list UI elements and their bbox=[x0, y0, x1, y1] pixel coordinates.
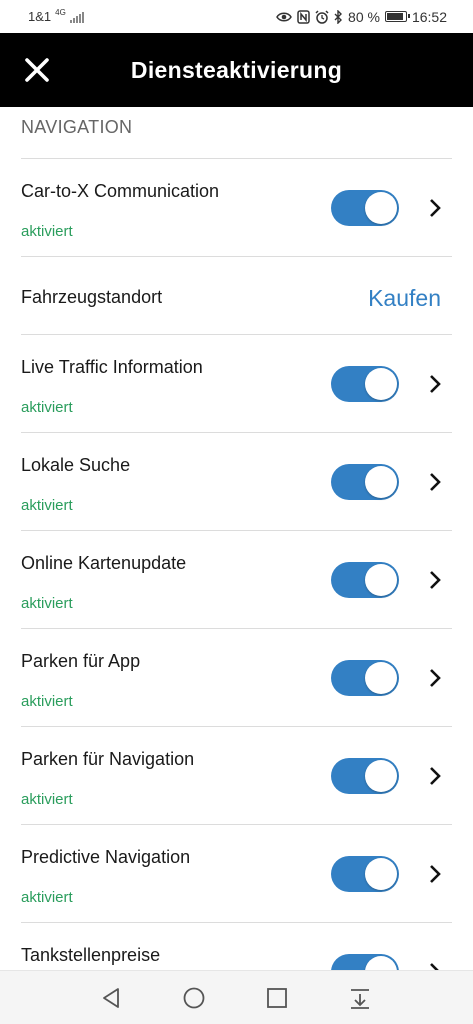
network-label: 4G bbox=[55, 8, 66, 17]
service-toggle[interactable] bbox=[331, 562, 399, 598]
status-left: 1&1 4G bbox=[28, 8, 84, 24]
service-toggle[interactable] bbox=[331, 190, 399, 226]
chevron-right-icon[interactable] bbox=[425, 863, 445, 885]
service-status: aktiviert bbox=[21, 889, 73, 906]
back-icon[interactable] bbox=[99, 985, 125, 1011]
service-label: Tankstellenpreise bbox=[21, 945, 161, 965]
home-icon[interactable] bbox=[181, 985, 207, 1011]
battery-percent: 80 % bbox=[348, 8, 380, 25]
service-label: Parken für Navigation bbox=[21, 749, 195, 769]
service-toggle[interactable] bbox=[331, 758, 399, 794]
chevron-right-icon[interactable] bbox=[425, 961, 445, 970]
service-row-tankstellenpreise[interactable]: Tankstellenpreise aktiviert bbox=[21, 922, 452, 970]
toggle-knob bbox=[365, 760, 397, 792]
service-label: Live Traffic Information bbox=[21, 357, 203, 377]
service-row-car-to-x[interactable]: Car-to-X Communication aktiviert bbox=[21, 158, 452, 256]
service-toggle[interactable] bbox=[331, 856, 399, 892]
service-label: Fahrzeugstandort bbox=[21, 287, 163, 307]
service-status: aktiviert bbox=[21, 223, 73, 240]
close-button[interactable] bbox=[24, 57, 50, 83]
nfc-icon bbox=[297, 9, 310, 24]
page-title: Diensteaktivierung bbox=[130, 56, 343, 83]
service-label: Parken für App bbox=[21, 651, 141, 671]
service-status: aktiviert bbox=[21, 399, 73, 416]
service-label: Online Kartenupdate bbox=[21, 553, 187, 573]
system-nav-bar bbox=[0, 970, 473, 1024]
service-status: aktiviert bbox=[21, 693, 73, 710]
toggle-knob bbox=[365, 956, 397, 970]
service-row-online-kartenupdate[interactable]: Online Kartenupdate aktiviert bbox=[21, 530, 452, 628]
service-row-fahrzeugstandort[interactable]: Fahrzeugstandort Kaufen bbox=[21, 256, 452, 334]
chevron-right-icon[interactable] bbox=[425, 373, 445, 395]
clock: 16:52 bbox=[411, 8, 447, 25]
toggle-knob bbox=[365, 368, 397, 400]
eye-icon bbox=[276, 12, 292, 21]
service-row-lokale-suche[interactable]: Lokale Suche aktiviert bbox=[21, 432, 452, 530]
service-toggle[interactable] bbox=[331, 464, 399, 500]
chevron-right-icon[interactable] bbox=[425, 471, 445, 493]
bluetooth-icon bbox=[334, 9, 343, 24]
service-toggle[interactable] bbox=[331, 954, 399, 970]
chevron-right-icon[interactable] bbox=[425, 765, 445, 787]
toggle-knob bbox=[365, 192, 397, 224]
service-toggle[interactable] bbox=[331, 366, 399, 402]
service-label: Car-to-X Communication bbox=[21, 181, 220, 201]
toggle-knob bbox=[365, 564, 397, 596]
service-row-parken-app[interactable]: Parken für App aktiviert bbox=[21, 628, 452, 726]
service-row-parken-navigation[interactable]: Parken für Navigation aktiviert bbox=[21, 726, 452, 824]
buy-link[interactable]: Kaufen bbox=[368, 285, 441, 312]
status-right: 80 % 16:52 bbox=[276, 9, 447, 25]
service-row-live-traffic[interactable]: Live Traffic Information aktiviert bbox=[21, 334, 452, 432]
service-label: Predictive Navigation bbox=[21, 847, 191, 867]
service-list-container[interactable]: NAVIGATION Car-to-X Communication aktivi… bbox=[0, 107, 473, 970]
recents-icon[interactable] bbox=[264, 985, 290, 1011]
notification-pull-icon[interactable] bbox=[347, 985, 373, 1011]
toggle-knob bbox=[365, 662, 397, 694]
alarm-icon bbox=[315, 9, 329, 24]
service-status: aktiviert bbox=[21, 595, 73, 612]
status-bar: 1&1 4G 80 % 16:52 bbox=[0, 0, 473, 33]
service-status: aktiviert bbox=[21, 791, 73, 808]
toggle-knob bbox=[365, 858, 397, 890]
close-icon bbox=[25, 58, 49, 82]
battery-icon bbox=[384, 11, 410, 22]
chevron-right-icon[interactable] bbox=[425, 197, 445, 219]
service-label: Lokale Suche bbox=[21, 455, 131, 475]
service-toggle[interactable] bbox=[331, 660, 399, 696]
toggle-knob bbox=[365, 466, 397, 498]
service-list: Car-to-X Communication aktiviert Fahrzeu… bbox=[21, 158, 452, 970]
chevron-right-icon[interactable] bbox=[425, 569, 445, 591]
app-header: Diensteaktivierung bbox=[0, 33, 473, 107]
service-status: aktiviert bbox=[21, 497, 73, 514]
carrier-label: 1&1 bbox=[28, 9, 52, 24]
section-title: NAVIGATION bbox=[21, 117, 133, 137]
chevron-right-icon[interactable] bbox=[425, 667, 445, 689]
service-row-predictive-navigation[interactable]: Predictive Navigation aktiviert bbox=[21, 824, 452, 922]
signal-icon bbox=[69, 11, 84, 23]
